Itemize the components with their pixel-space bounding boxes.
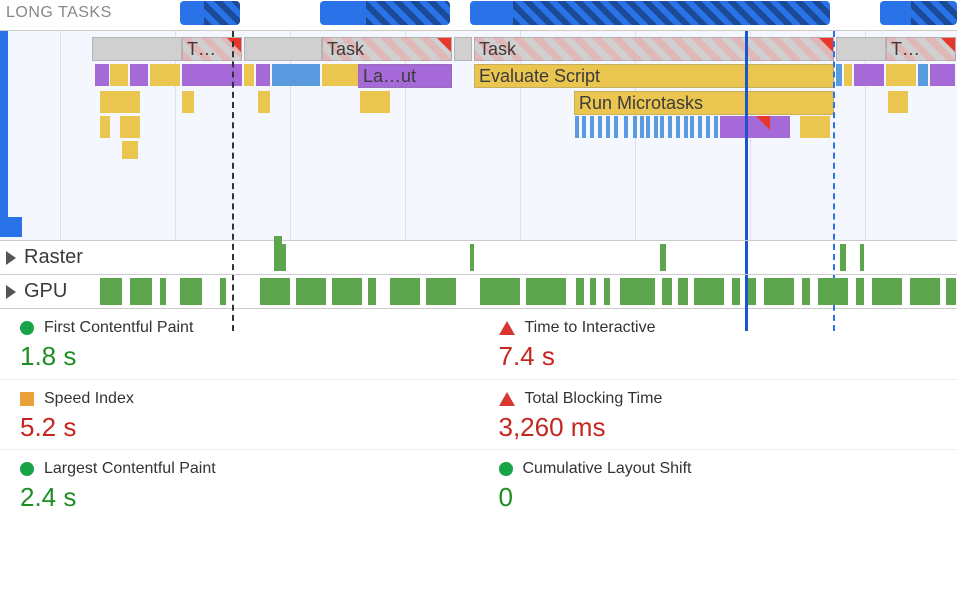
metric-first-contentful-paint[interactable]: First Contentful Paint 1.8 s xyxy=(0,309,479,379)
long-tasks-track[interactable]: LONG TASKS xyxy=(0,0,957,30)
status-good-icon xyxy=(20,462,34,476)
raster-activity-bars xyxy=(100,244,957,271)
long-task-warning-icon xyxy=(819,38,833,52)
evaluate-script-label: Evaluate Script xyxy=(479,66,600,86)
metric-label: Cumulative Layout Shift xyxy=(523,460,692,478)
long-task-warning-icon xyxy=(437,38,451,52)
raster-track-label: Raster xyxy=(24,246,83,269)
metric-label: First Contentful Paint xyxy=(44,319,193,337)
run-microtasks-bar[interactable]: Run Microtasks xyxy=(574,91,834,115)
task-label: T… xyxy=(891,39,920,59)
metric-value: 1.8 s xyxy=(20,341,459,372)
run-microtasks-label: Run Microtasks xyxy=(579,93,703,113)
task-label: Task xyxy=(327,39,364,59)
main-thread-flame-chart[interactable]: T… Task Task T… La…ut Evaluate Script Ru… xyxy=(0,30,957,240)
metric-label: Total Blocking Time xyxy=(525,390,663,408)
gpu-activity-bars xyxy=(100,278,957,305)
status-bad-icon xyxy=(499,392,515,406)
metric-label: Speed Index xyxy=(44,390,134,408)
metric-cumulative-layout-shift[interactable]: Cumulative Layout Shift 0 xyxy=(479,449,957,519)
task-bar[interactable]: T… xyxy=(886,37,956,61)
long-tasks-label: LONG TASKS xyxy=(6,4,112,22)
gpu-track-label: GPU xyxy=(24,280,67,303)
metric-speed-index[interactable]: Speed Index 5.2 s xyxy=(0,379,479,449)
metric-label: Largest Contentful Paint xyxy=(44,460,216,478)
layout-label: La…ut xyxy=(363,66,416,86)
metric-time-to-interactive[interactable]: Time to Interactive 7.4 s xyxy=(479,309,957,379)
metric-value: 3,260 ms xyxy=(499,412,938,443)
metric-value: 7.4 s xyxy=(499,341,938,372)
metric-largest-contentful-paint[interactable]: Largest Contentful Paint 2.4 s xyxy=(0,449,479,519)
metric-total-blocking-time[interactable]: Total Blocking Time 3,260 ms xyxy=(479,379,957,449)
task-label: Task xyxy=(479,39,516,59)
task-label: T… xyxy=(187,39,216,59)
task-bar[interactable]: Task xyxy=(322,37,452,61)
evaluate-script-bar[interactable]: Evaluate Script xyxy=(474,64,834,88)
task-bar[interactable]: Task xyxy=(474,37,834,61)
gpu-track[interactable]: GPU xyxy=(0,274,957,308)
raster-track[interactable]: Raster xyxy=(0,240,957,274)
long-task-warning-icon xyxy=(941,38,955,52)
metric-value: 5.2 s xyxy=(20,412,459,443)
status-bad-icon xyxy=(499,321,515,335)
long-task-warning-icon xyxy=(756,116,770,130)
metric-value: 0 xyxy=(499,482,938,513)
expand-icon[interactable] xyxy=(6,251,16,265)
metric-value: 2.4 s xyxy=(20,482,459,513)
expand-icon[interactable] xyxy=(6,285,16,299)
self-time-marker xyxy=(0,217,22,237)
self-time-marker xyxy=(0,31,8,217)
performance-metrics-grid: First Contentful Paint 1.8 s Time to Inter… xyxy=(0,308,957,519)
status-warning-icon xyxy=(20,392,34,406)
long-task-warning-icon xyxy=(227,38,241,52)
status-good-icon xyxy=(20,321,34,335)
status-good-icon xyxy=(499,462,513,476)
metric-label: Time to Interactive xyxy=(525,319,656,337)
layout-bar[interactable]: La…ut xyxy=(358,64,452,88)
